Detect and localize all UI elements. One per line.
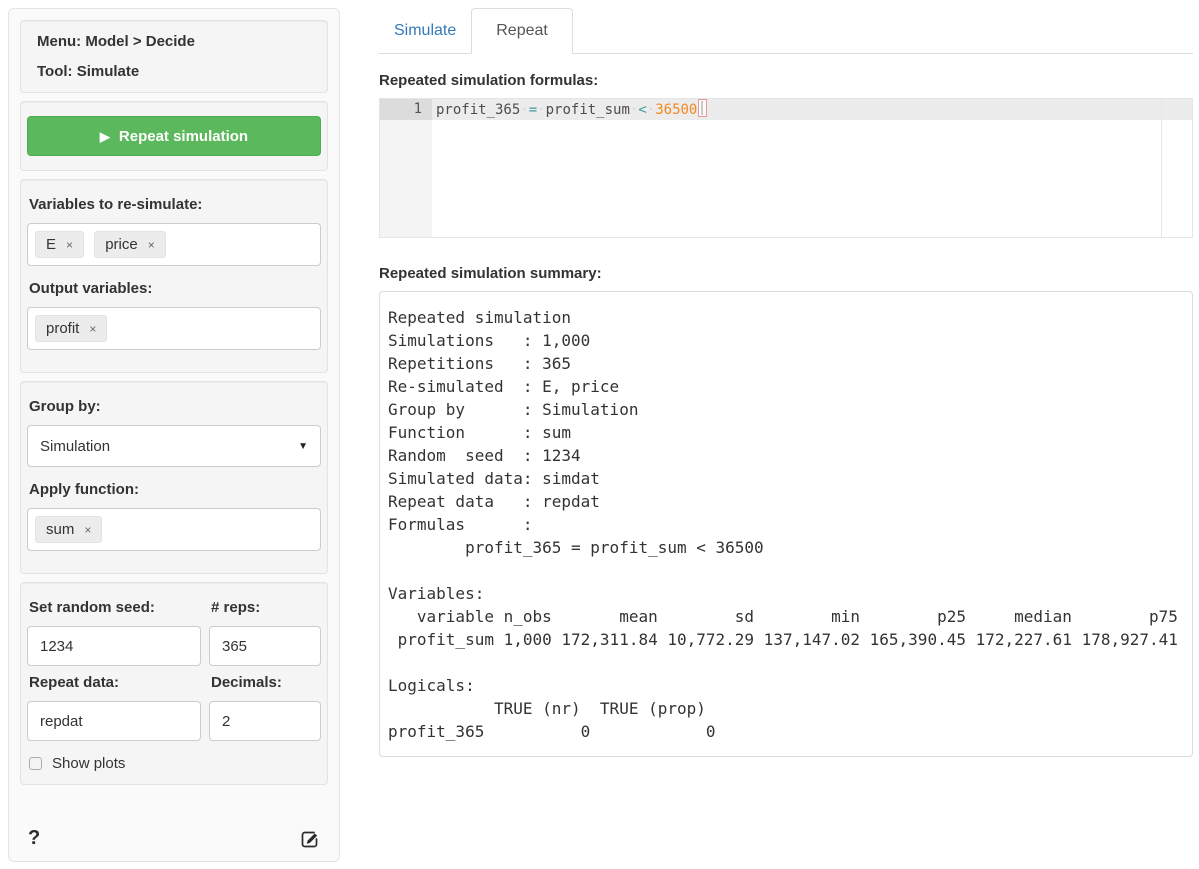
remove-icon[interactable]: × xyxy=(89,322,96,336)
summary-line: Repeat data : repdat xyxy=(388,490,1186,513)
menu-info-panel: Menu: Model > Decide Tool: Simulate xyxy=(20,20,328,93)
tab-bar: Simulate Repeat xyxy=(379,0,1193,54)
tab-repeat[interactable]: Repeat xyxy=(471,8,573,54)
repeat-data-label: Repeat data: xyxy=(29,674,199,691)
apply-function-input[interactable]: sum × xyxy=(27,508,321,551)
run-panel: ▶ Repeat simulation xyxy=(20,101,328,171)
output-variables-label: Output variables: xyxy=(29,280,319,297)
repeat-simulation-button[interactable]: ▶ Repeat simulation xyxy=(27,116,321,156)
summary-line: Function : sum xyxy=(388,421,1186,444)
tag-label: sum xyxy=(46,521,74,538)
output-variables-input[interactable]: profit × xyxy=(27,307,321,350)
grouping-panel: Group by: Simulation ▼ Apply function: s… xyxy=(20,381,328,574)
summary-line: variable n_obs mean sd min p25 median p7… xyxy=(388,605,1186,628)
code-token-less-than: < xyxy=(638,102,646,118)
formula-code-editor[interactable]: 1 profit_365·=·profit_sum·<·36500 xyxy=(379,98,1193,238)
summary-line: Variables: xyxy=(388,582,1186,605)
summary-line: Re-simulated : E, price xyxy=(388,375,1186,398)
tab-simulate[interactable]: Simulate xyxy=(379,9,471,53)
code-token-rhs: profit_sum xyxy=(546,102,630,118)
main-panel: Simulate Repeat Repeated simulation form… xyxy=(379,0,1193,757)
group-by-label: Group by: xyxy=(29,398,319,415)
show-plots-label: Show plots xyxy=(52,755,125,772)
summary-section-label: Repeated simulation summary: xyxy=(379,265,1193,282)
summary-line: Simulated data: simdat xyxy=(388,467,1186,490)
tool-label: Tool: Simulate xyxy=(37,63,311,80)
summary-line: Repetitions : 365 xyxy=(388,352,1186,375)
summary-line xyxy=(388,651,1186,674)
remove-icon[interactable]: × xyxy=(148,238,155,252)
help-icon[interactable]: ? xyxy=(28,827,40,850)
summary-line: Group by : Simulation xyxy=(388,398,1186,421)
formulas-section-label: Repeated simulation formulas: xyxy=(379,72,1193,89)
decimals-label: Decimals: xyxy=(211,674,319,691)
summary-line: profit_365 0 0 xyxy=(388,720,1186,743)
summary-line: profit_365 = profit_sum < 36500 xyxy=(388,536,1186,559)
play-icon: ▶ xyxy=(100,129,110,144)
apply-function-label: Apply function: xyxy=(29,481,319,498)
menu-breadcrumb: Menu: Model > Decide xyxy=(37,33,311,50)
tag-E[interactable]: E× xyxy=(35,231,84,258)
resimulate-label: Variables to re-simulate: xyxy=(29,196,319,213)
sidebar: Menu: Model > Decide Tool: Simulate ▶ Rep… xyxy=(8,8,340,862)
whitespace-dot: · xyxy=(537,102,545,118)
repeat-simulation-button-label: Repeat simulation xyxy=(119,128,248,145)
group-by-select[interactable]: Simulation ▼ xyxy=(27,425,321,467)
decimals-input[interactable] xyxy=(209,701,321,741)
seed-label: Set random seed: xyxy=(29,599,199,616)
whitespace-dot: · xyxy=(520,102,528,118)
code-token-lhs: profit_365 xyxy=(436,102,520,118)
editor-gutter: 1 xyxy=(380,99,432,237)
caret-down-icon: ▼ xyxy=(298,441,308,452)
simulation-summary-output: Repeated simulation Simulations : 1,000 … xyxy=(379,291,1193,757)
edit-report-icon[interactable] xyxy=(300,829,320,849)
reps-input[interactable] xyxy=(209,626,321,666)
editor-cursor xyxy=(698,99,707,117)
summary-line: Logicals: xyxy=(388,674,1186,697)
tag-sum[interactable]: sum × xyxy=(35,516,102,543)
repeat-data-input[interactable] xyxy=(27,701,201,741)
remove-icon[interactable]: × xyxy=(84,523,91,537)
group-by-value: Simulation xyxy=(40,438,110,455)
tag-profit[interactable]: profit × xyxy=(35,315,107,342)
tag-price[interactable]: price × xyxy=(94,231,166,258)
summary-line: Random seed : 1234 xyxy=(388,444,1186,467)
show-plots-checkbox[interactable] xyxy=(29,757,42,770)
settings-panel: Set random seed: # reps: Repeat data: De… xyxy=(20,582,328,785)
summary-line: Simulations : 1,000 xyxy=(388,329,1186,352)
tag-label: price xyxy=(105,236,138,253)
resimulate-input[interactable]: E× price× xyxy=(27,223,321,266)
whitespace-dot: · xyxy=(647,102,655,118)
seed-input[interactable] xyxy=(27,626,201,666)
code-token-equals: = xyxy=(529,102,537,118)
summary-line: profit_sum 1,000 172,311.84 10,772.29 13… xyxy=(388,628,1186,651)
line-number: 1 xyxy=(380,99,432,120)
formula-code-line: profit_365·=·profit_sum·<·36500 xyxy=(436,99,707,120)
sidebar-footer: ? xyxy=(20,825,328,850)
tag-label: profit xyxy=(46,320,79,337)
remove-icon[interactable]: × xyxy=(66,238,73,252)
summary-line: TRUE (nr) TRUE (prop) xyxy=(388,697,1186,720)
summary-line: Formulas : xyxy=(388,513,1186,536)
tag-label: E xyxy=(46,236,56,253)
summary-line: Repeated simulation xyxy=(388,306,1186,329)
reps-label: # reps: xyxy=(211,599,319,616)
code-token-number: 36500 xyxy=(655,102,697,118)
editor-print-margin xyxy=(1161,99,1162,237)
variables-panel: Variables to re-simulate: E× price× Outp… xyxy=(20,179,328,373)
summary-line xyxy=(388,559,1186,582)
